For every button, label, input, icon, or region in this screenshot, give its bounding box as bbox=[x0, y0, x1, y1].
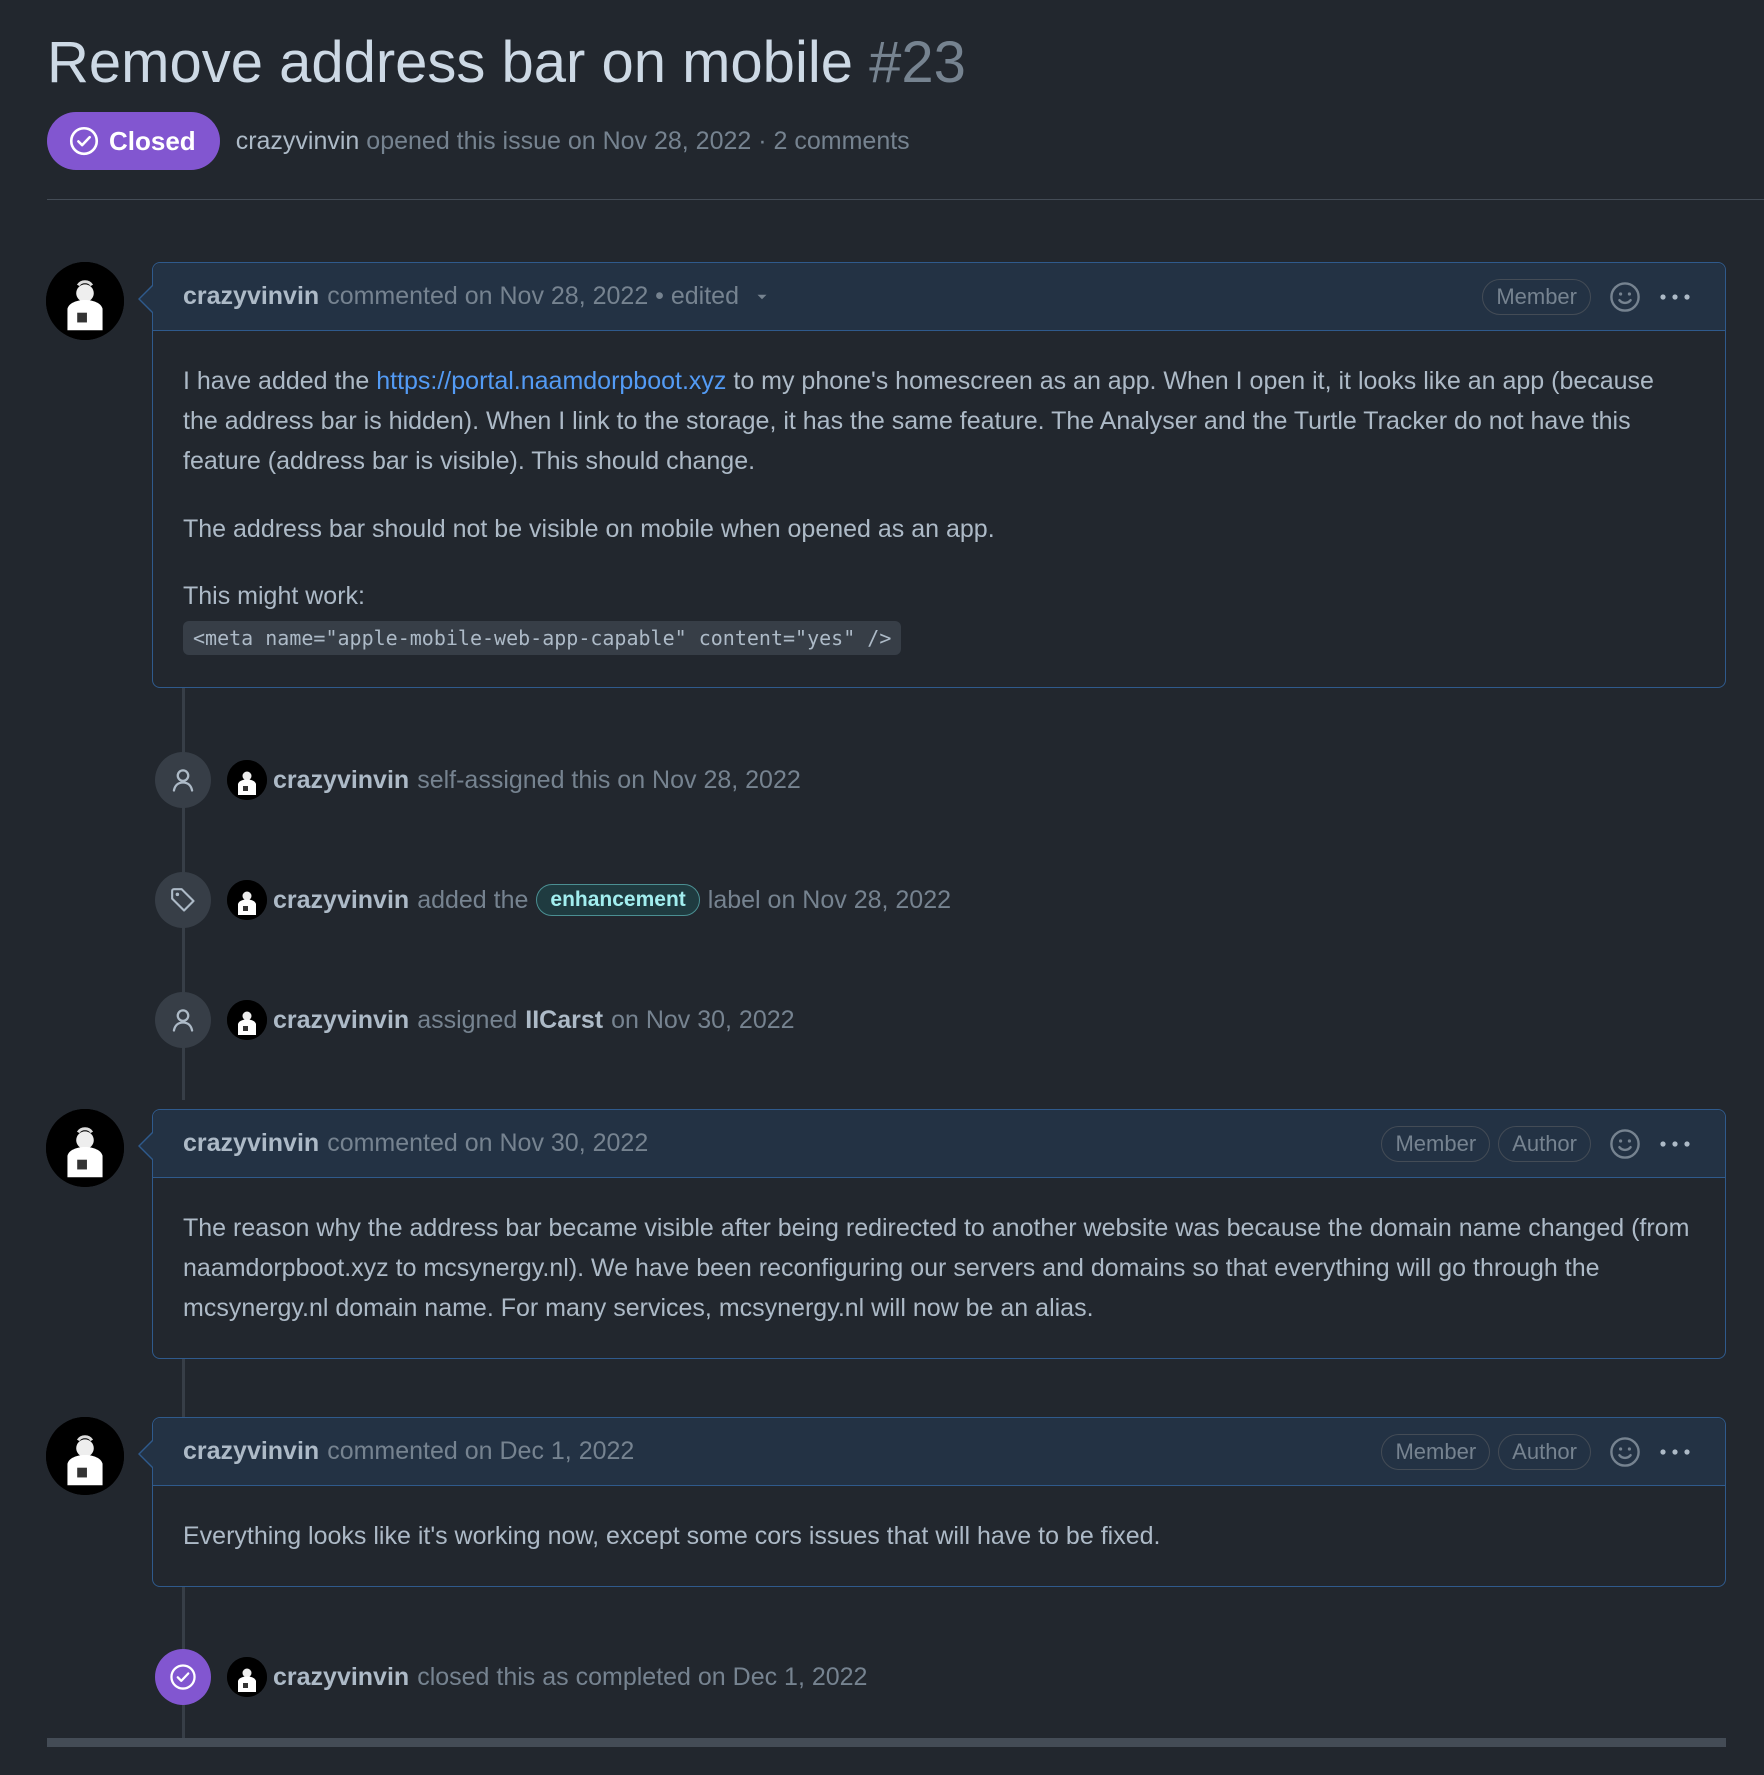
person-icon bbox=[172, 1009, 194, 1032]
comment-3: crazyvinvin commented on Dec 1, 2022 Mem… bbox=[138, 1417, 1726, 1587]
comment-author-link[interactable]: crazyvinvin bbox=[183, 1129, 319, 1158]
comment-header: crazyvinvin commented on Nov 30, 2022 Me… bbox=[153, 1110, 1725, 1178]
avatar[interactable] bbox=[227, 1000, 267, 1040]
portal-link[interactable]: https://portal.naamdorpboot.xyz bbox=[376, 367, 726, 395]
timeline-end-divider bbox=[47, 1738, 1726, 1747]
comment-body: The reason why the address bar became vi… bbox=[153, 1178, 1725, 1358]
header-divider bbox=[47, 199, 1764, 200]
timeline-line bbox=[182, 1356, 185, 1418]
comment-paragraph: I have added the https://portal.naamdorp… bbox=[183, 361, 1695, 481]
event-text: crazyvinvin self-assigned this on Nov 28… bbox=[273, 766, 801, 795]
comment-2: crazyvinvin commented on Nov 30, 2022 Me… bbox=[138, 1109, 1726, 1359]
event-actor-link[interactable]: crazyvinvin bbox=[273, 1663, 409, 1692]
avatar[interactable] bbox=[227, 1657, 267, 1697]
state-label: Closed bbox=[109, 125, 196, 156]
avatar[interactable] bbox=[46, 262, 124, 340]
event-actor-link[interactable]: crazyvinvin bbox=[273, 886, 409, 915]
check-circle-icon bbox=[69, 126, 99, 156]
comment-1: crazyvinvin commented on Nov 28, 2022 • … bbox=[138, 262, 1726, 688]
comment-paragraph: This might work: bbox=[183, 582, 365, 610]
comment-author-link[interactable]: crazyvinvin bbox=[183, 282, 319, 311]
tag-icon bbox=[171, 888, 195, 912]
event-badge bbox=[155, 752, 211, 808]
kebab-menu-icon[interactable] bbox=[1655, 1128, 1695, 1160]
event-badge bbox=[155, 872, 211, 928]
kebab-menu-icon[interactable] bbox=[1655, 1436, 1695, 1468]
person-icon bbox=[172, 769, 194, 792]
timeline-event-labeled: crazyvinvin added the enhancement label … bbox=[155, 872, 951, 928]
event-description[interactable]: on Nov 30, 2022 bbox=[611, 1006, 794, 1035]
smiley-icon[interactable] bbox=[1609, 1436, 1641, 1468]
comment-body: I have added the https://portal.naamdorp… bbox=[153, 331, 1725, 687]
issue-number: #23 bbox=[869, 30, 966, 95]
comment-paragraph: Everything looks like it's working now, … bbox=[183, 1522, 1161, 1550]
event-badge bbox=[155, 1649, 211, 1705]
comment-header: crazyvinvin commented on Dec 1, 2022 Mem… bbox=[153, 1418, 1725, 1486]
avatar[interactable] bbox=[46, 1109, 124, 1187]
issue-title-text: Remove address bar on mobile bbox=[47, 30, 853, 95]
author-badge: Author bbox=[1498, 1125, 1591, 1162]
member-badge: Member bbox=[1482, 278, 1591, 315]
check-circle-icon bbox=[170, 1664, 196, 1690]
comment-author-link[interactable]: crazyvinvin bbox=[183, 1437, 319, 1466]
avatar[interactable] bbox=[46, 1417, 124, 1495]
comment-body: Everything looks like it's working now, … bbox=[153, 1486, 1725, 1586]
smiley-icon[interactable] bbox=[1609, 281, 1641, 313]
author-badge: Author bbox=[1498, 1433, 1591, 1470]
comment-header: crazyvinvin commented on Nov 28, 2022 • … bbox=[153, 263, 1725, 331]
issue-meta-details: opened this issue on Nov 28, 2022 · 2 co… bbox=[366, 126, 910, 155]
issue-meta-text: crazyvinvin opened this issue on Nov 28,… bbox=[236, 127, 910, 156]
member-badge: Member bbox=[1381, 1125, 1491, 1162]
event-text: crazyvinvin assigned IICarst on Nov 30, … bbox=[273, 1006, 795, 1035]
avatar[interactable] bbox=[227, 760, 267, 800]
comment-paragraph: The address bar should not be visible on… bbox=[183, 515, 995, 543]
issue-title: Remove address bar on mobile #23 bbox=[47, 24, 966, 102]
inline-code: <meta name="apple-mobile-web-app-capable… bbox=[183, 621, 902, 655]
timeline-event-assigned: crazyvinvin assigned IICarst on Nov 30, … bbox=[155, 992, 795, 1048]
issue-meta: Closed crazyvinvin opened this issue on … bbox=[47, 112, 910, 170]
event-text: crazyvinvin added the enhancement label … bbox=[273, 884, 951, 916]
event-description[interactable]: self-assigned this on Nov 28, 2022 bbox=[417, 766, 801, 795]
event-description[interactable]: closed this as completed on Dec 1, 2022 bbox=[417, 1663, 867, 1692]
issue-author-link[interactable]: crazyvinvin bbox=[236, 127, 360, 155]
smiley-icon[interactable] bbox=[1609, 1128, 1641, 1160]
chevron-down-icon[interactable] bbox=[753, 288, 771, 306]
comment-timestamp[interactable]: commented on Nov 28, 2022 • edited bbox=[327, 282, 739, 311]
event-actor-link[interactable]: crazyvinvin bbox=[273, 766, 409, 795]
event-description[interactable]: label on Nov 28, 2022 bbox=[708, 886, 951, 915]
comment-paragraph: The reason why the address bar became vi… bbox=[183, 1214, 1690, 1322]
event-text: crazyvinvin closed this as completed on … bbox=[273, 1663, 867, 1692]
issue-header: Remove address bar on mobile #23 bbox=[47, 24, 966, 102]
avatar[interactable] bbox=[227, 880, 267, 920]
timeline-event-self-assigned: crazyvinvin self-assigned this on Nov 28… bbox=[155, 752, 801, 808]
member-badge: Member bbox=[1381, 1433, 1491, 1470]
timeline-event-closed: crazyvinvin closed this as completed on … bbox=[155, 1649, 867, 1705]
comment-timestamp[interactable]: commented on Dec 1, 2022 bbox=[327, 1437, 634, 1466]
event-actor-link[interactable]: crazyvinvin bbox=[273, 1006, 409, 1035]
event-badge bbox=[155, 992, 211, 1048]
comment-timestamp[interactable]: commented on Nov 30, 2022 bbox=[327, 1129, 648, 1158]
event-description: added the bbox=[417, 885, 529, 914]
comment-text: I have added the bbox=[183, 367, 377, 395]
assignee-link[interactable]: IICarst bbox=[525, 1006, 603, 1035]
kebab-menu-icon[interactable] bbox=[1655, 281, 1695, 313]
state-badge: Closed bbox=[47, 112, 220, 170]
enhancement-label[interactable]: enhancement bbox=[536, 884, 700, 916]
event-description: assigned bbox=[417, 1005, 518, 1034]
